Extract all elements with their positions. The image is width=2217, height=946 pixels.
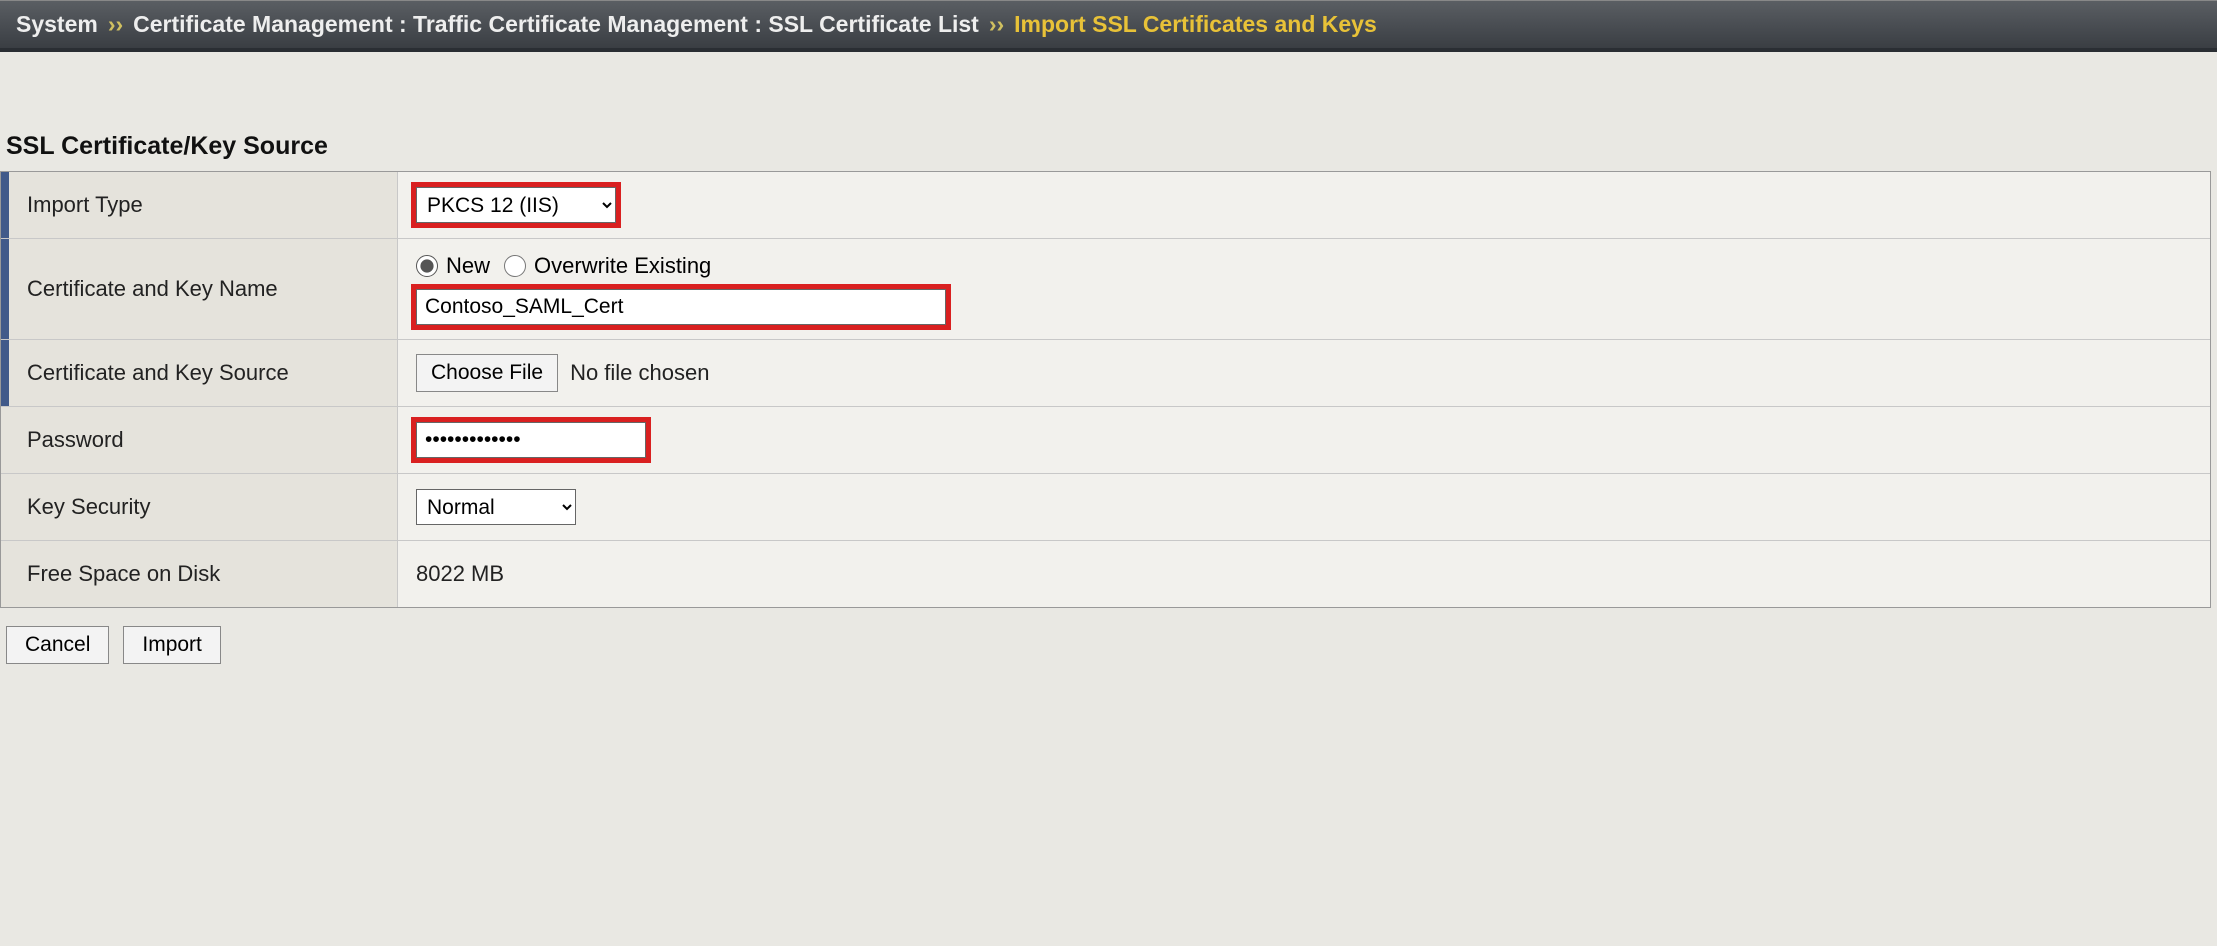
label-free-space: Free Space on Disk bbox=[1, 541, 398, 607]
breadcrumb-separator-icon: ›› bbox=[989, 11, 1004, 38]
label-cert-key-source: Certificate and Key Source bbox=[1, 340, 398, 406]
free-space-value: 8022 MB bbox=[416, 561, 504, 587]
choose-file-button[interactable]: Choose File bbox=[416, 354, 558, 392]
row-cert-key-name: Certificate and Key Name New Overwrite E… bbox=[1, 239, 2210, 340]
breadcrumb-root[interactable]: System bbox=[16, 11, 98, 38]
label-key-security: Key Security bbox=[1, 474, 398, 540]
label-cert-key-name: Certificate and Key Name bbox=[1, 239, 398, 339]
row-password: Password bbox=[1, 407, 2210, 474]
radio-overwrite-label: Overwrite Existing bbox=[534, 253, 711, 279]
section-title: SSL Certificate/Key Source bbox=[0, 132, 2217, 171]
breadcrumb-separator-icon: ›› bbox=[108, 11, 123, 38]
breadcrumb-current: Import SSL Certificates and Keys bbox=[1014, 11, 1377, 38]
label-password: Password bbox=[1, 407, 398, 473]
cert-key-name-input[interactable] bbox=[416, 289, 946, 325]
row-free-space: Free Space on Disk 8022 MB bbox=[1, 541, 2210, 607]
row-import-type: Import Type PKCS 12 (IIS) bbox=[1, 172, 2210, 239]
footer-buttons: Cancel Import bbox=[0, 608, 2217, 682]
radio-overwrite[interactable] bbox=[504, 255, 526, 277]
breadcrumb: System ›› Certificate Management : Traff… bbox=[0, 0, 2217, 52]
radio-new-label: New bbox=[446, 253, 490, 279]
breadcrumb-path[interactable]: Certificate Management : Traffic Certifi… bbox=[133, 11, 979, 38]
key-security-select[interactable]: Normal bbox=[416, 489, 576, 525]
import-type-select[interactable]: PKCS 12 (IIS) bbox=[416, 187, 616, 223]
cancel-button[interactable]: Cancel bbox=[6, 626, 109, 664]
row-cert-key-source: Certificate and Key Source Choose File N… bbox=[1, 340, 2210, 407]
label-import-type: Import Type bbox=[1, 172, 398, 238]
import-button[interactable]: Import bbox=[123, 626, 221, 664]
password-input[interactable] bbox=[416, 422, 646, 458]
form-table: Import Type PKCS 12 (IIS) Certificate an… bbox=[0, 171, 2211, 608]
row-key-security: Key Security Normal bbox=[1, 474, 2210, 541]
radio-new[interactable] bbox=[416, 255, 438, 277]
file-chosen-status: No file chosen bbox=[570, 360, 709, 386]
